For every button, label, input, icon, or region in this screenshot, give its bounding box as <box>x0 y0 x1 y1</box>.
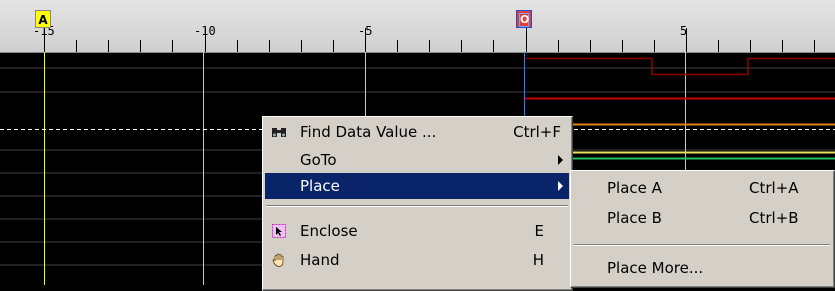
hand-icon <box>272 253 284 267</box>
trace-clock <box>525 57 835 76</box>
tick-label: -5 <box>358 24 373 38</box>
time-ruler[interactable]: -15 -10 -5 5 A O <box>0 0 835 53</box>
submenu-arrow-icon <box>558 181 563 191</box>
context-menu: Find Data Value ... Ctrl+F GoTo Place En… <box>262 116 573 291</box>
menu-item-find-data-value[interactable]: Find Data Value ... Ctrl+F <box>265 119 569 145</box>
menu-item-hand[interactable]: Hand H <box>265 247 569 273</box>
submenu-item-place-a[interactable]: Place A Ctrl+A <box>573 175 831 201</box>
tick-label: 5 <box>680 24 688 38</box>
menu-item-enclose[interactable]: Enclose E <box>265 218 569 244</box>
marker-a-flag[interactable]: A <box>35 10 51 28</box>
menu-item-shortcut: Ctrl+F <box>513 123 561 141</box>
menu-item-place[interactable]: Place <box>265 173 569 199</box>
menu-item-label: Place <box>300 177 340 195</box>
menu-item-label: GoTo <box>300 151 337 169</box>
submenu-item-label: Place B <box>607 209 662 227</box>
menu-item-shortcut: H <box>532 251 544 269</box>
menu-item-goto[interactable]: GoTo <box>265 147 569 173</box>
marker-b-label: O <box>519 13 530 27</box>
submenu-item-label: Place A <box>607 179 662 197</box>
submenu-item-place-more[interactable]: Place More... <box>573 255 831 281</box>
submenu-item-shortcut: Ctrl+A <box>749 179 799 197</box>
menu-separator <box>266 205 568 207</box>
menu-item-shortcut: E <box>534 222 544 240</box>
ruler-ticks <box>44 28 815 52</box>
menu-item-label: Find Data Value ... <box>300 123 437 141</box>
binoculars-icon <box>272 128 286 137</box>
submenu-arrow-icon <box>558 155 563 165</box>
submenu-item-shortcut: Ctrl+B <box>749 209 799 227</box>
enclose-icon <box>272 224 286 238</box>
menu-item-label: Hand <box>300 251 340 269</box>
tick-label: -10 <box>194 24 216 38</box>
marker-b-flag[interactable]: O <box>516 10 532 28</box>
menu-separator <box>574 244 830 246</box>
place-submenu: Place A Ctrl+A Place B Ctrl+B Place More… <box>570 170 835 288</box>
submenu-item-place-b[interactable]: Place B Ctrl+B <box>573 205 831 231</box>
menu-item-label: Enclose <box>300 222 358 240</box>
submenu-item-label: Place More... <box>607 259 704 277</box>
